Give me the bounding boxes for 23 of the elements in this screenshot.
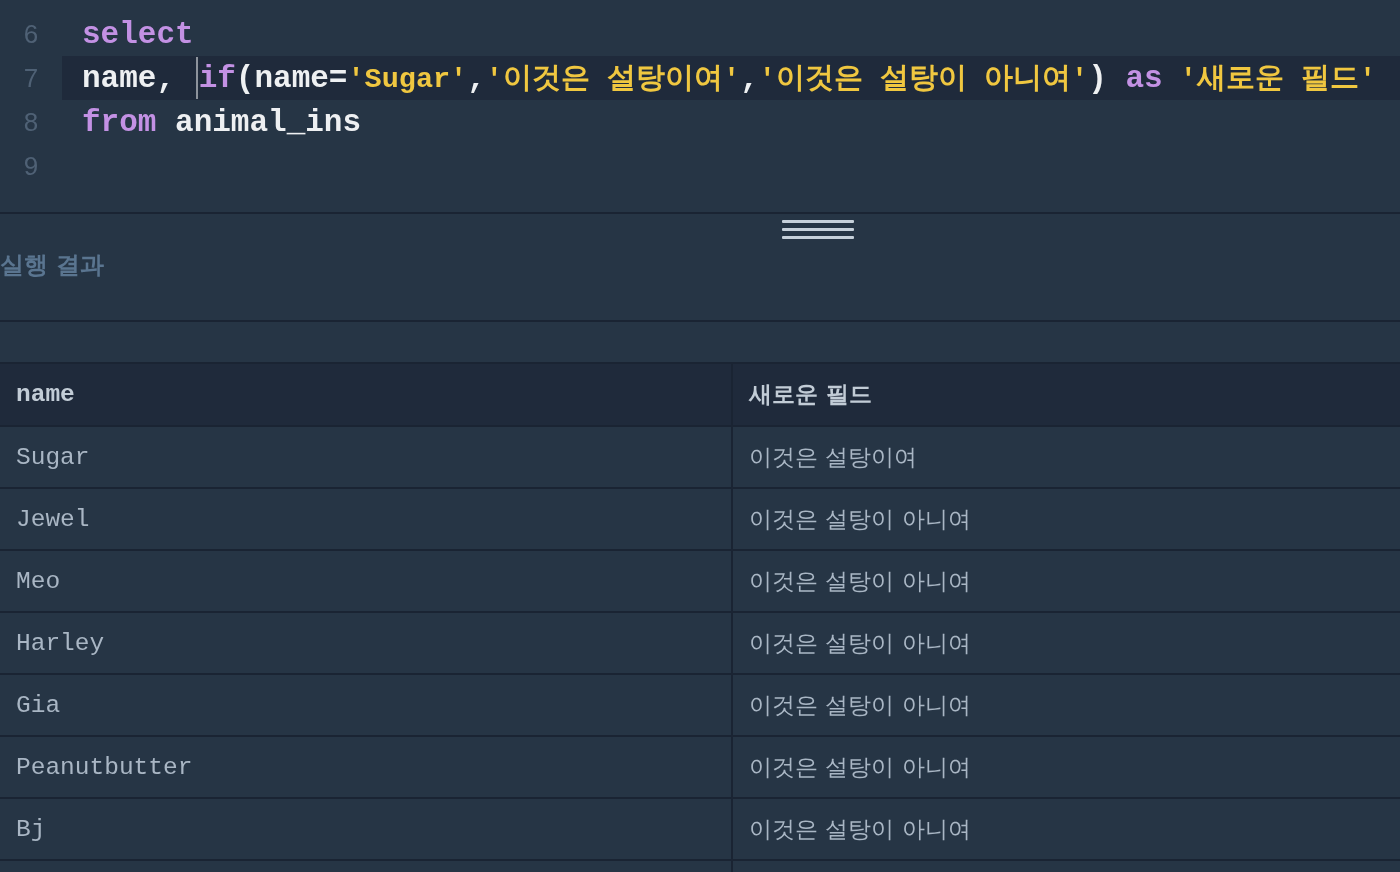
table-cell: 이것은 설탕이 아니여 [733, 489, 1400, 551]
table-cell: 이것은 설탕이 아니여 [733, 737, 1400, 799]
table-cell: Jewel [0, 489, 733, 551]
table-cell: Bj [0, 799, 733, 861]
column-header: 새로운 필드 [733, 364, 1400, 427]
table-cell: Sugar [0, 427, 733, 489]
code-text: select [82, 16, 194, 52]
text-cursor-icon [195, 57, 198, 99]
column-header: name [0, 364, 733, 427]
code-text: if(name='Sugar','이것은 설탕이여','이것은 설탕이 아니여') as '새로운 필드' [198, 60, 1376, 97]
table-cell: Peanutbutter [0, 737, 733, 799]
code-text: name, [82, 60, 176, 96]
code-text: from animal_ins [82, 104, 362, 140]
drag-handle-icon[interactable] [782, 220, 854, 239]
table-cell: 이것은 설탕이 아니여 [733, 613, 1400, 675]
table-cell: 이것은 설탕이여 [733, 427, 1400, 489]
table-cell: Meo [0, 551, 733, 613]
table-cell: Harley [0, 613, 733, 675]
table-cell: 이것은 설탕이 아니여 [733, 675, 1400, 737]
table-cell: 이것은 설탕이 아니여 [733, 551, 1400, 613]
table-cell: Gia [0, 675, 733, 737]
results-title: 실행 결과 [0, 250, 105, 281]
table-cell: 이것은 설탕이 아니여 [733, 799, 1400, 861]
